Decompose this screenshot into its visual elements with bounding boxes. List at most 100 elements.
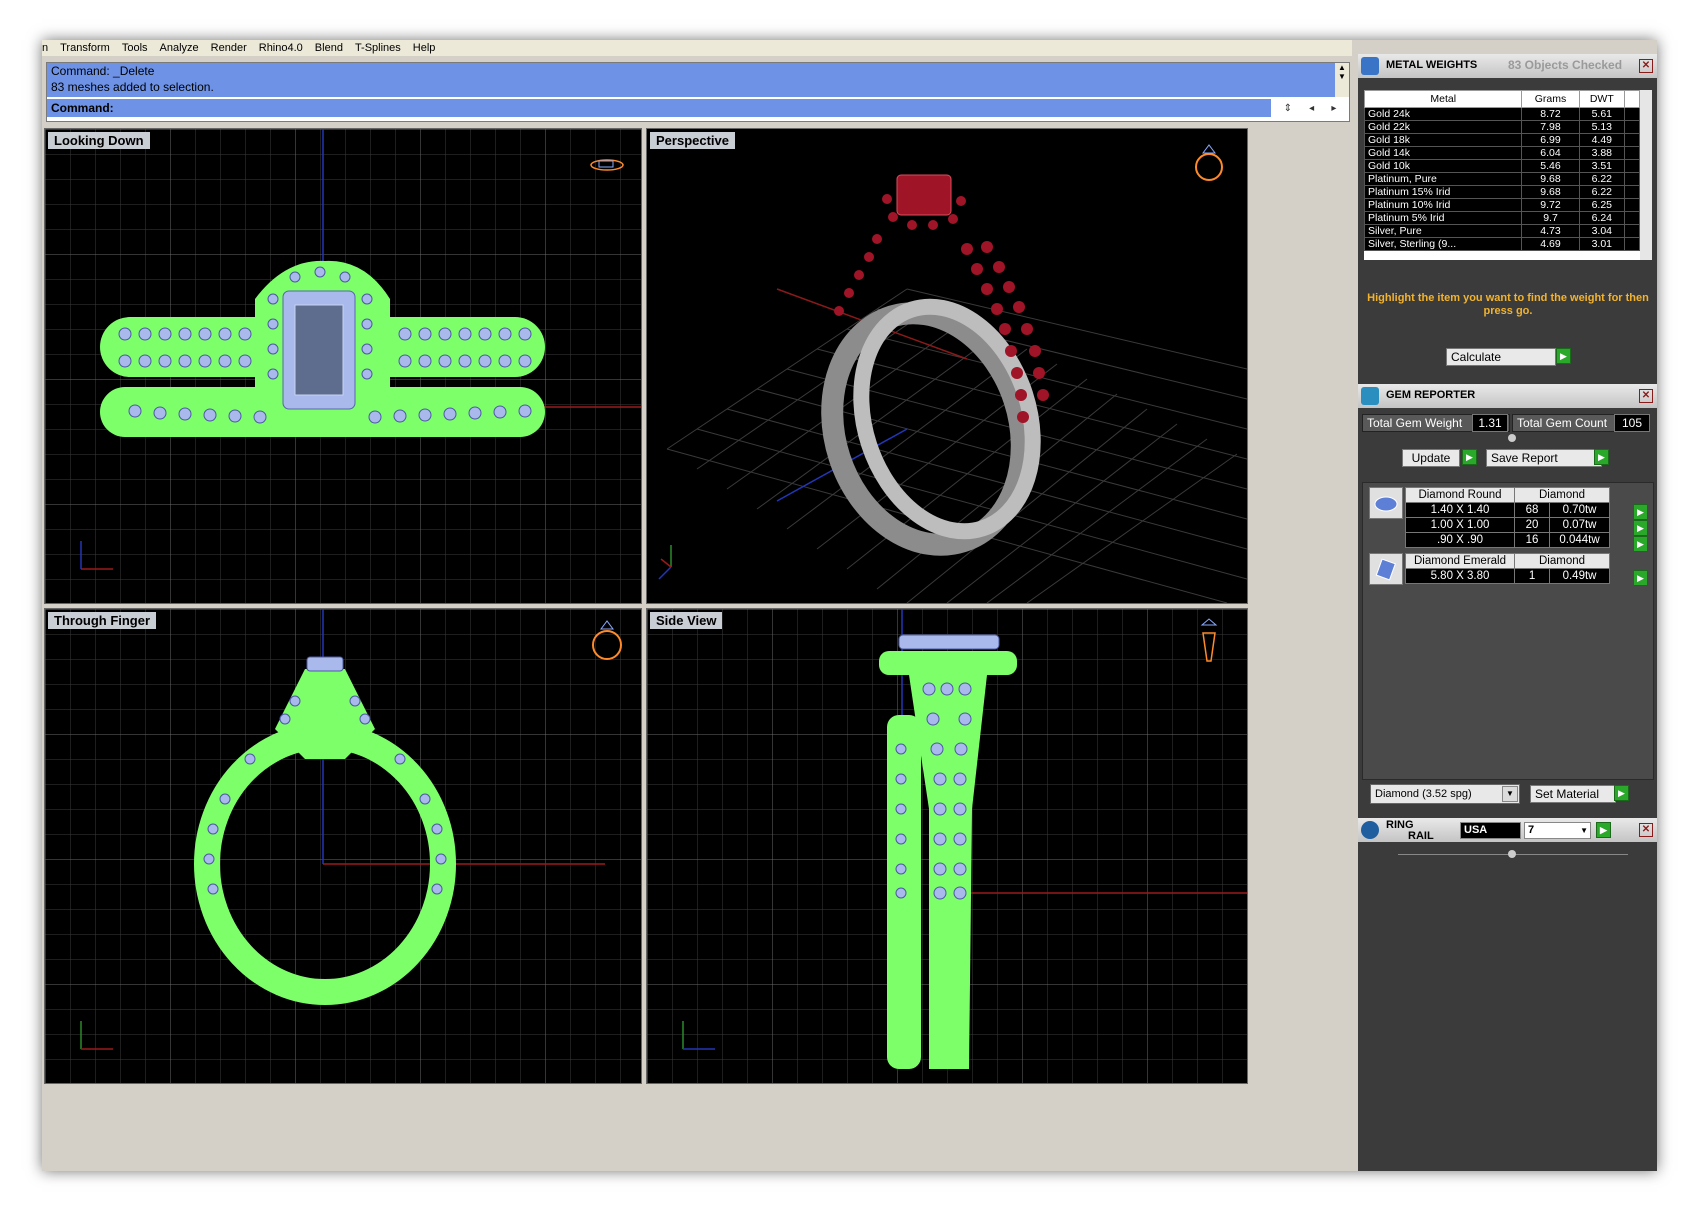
menu-item-analyze[interactable]: Analyze bbox=[160, 42, 199, 54]
grams-value: 4.69 bbox=[1521, 237, 1580, 251]
gem-row-go-button[interactable]: ▶ bbox=[1633, 520, 1648, 536]
gem-weight: 0.70tw bbox=[1549, 502, 1610, 518]
menu-item-transform[interactable]: Transform bbox=[60, 42, 110, 54]
menu-item-tsplines[interactable]: T-Splines bbox=[355, 42, 401, 54]
metal-weights-table: Metal Grams DWT Gold 24k 8.72 5.61 Gold 22… bbox=[1364, 90, 1640, 260]
gem-weight: 0.044tw bbox=[1549, 532, 1610, 548]
grams-value: 6.99 bbox=[1521, 133, 1580, 147]
table-row[interactable]: 5.80 X 3.80 1 0.49tw bbox=[1405, 568, 1610, 584]
viewport-title[interactable]: Through Finger bbox=[48, 612, 157, 629]
gem-row-go-button[interactable]: ▶ bbox=[1633, 570, 1648, 586]
menu-item-tools[interactable]: Tools bbox=[122, 42, 148, 54]
divider-handle[interactable] bbox=[1508, 434, 1516, 442]
viewport-side-view[interactable]: Side View bbox=[646, 608, 1248, 1084]
close-icon[interactable]: ✕ bbox=[1639, 823, 1653, 837]
round-gem-icon bbox=[1369, 487, 1403, 519]
country-select[interactable]: USA bbox=[1460, 822, 1521, 839]
ring-rail-go-button[interactable]: ▶ bbox=[1596, 822, 1611, 838]
command-history-line-2: 83 meshes added to selection. bbox=[51, 80, 214, 94]
material-select[interactable]: Diamond (3.52 spg) ▼ bbox=[1370, 784, 1520, 804]
axis-icon bbox=[658, 545, 672, 580]
update-go-button[interactable]: ▶ bbox=[1462, 449, 1477, 465]
chevron-down-icon[interactable]: ▼ bbox=[1580, 823, 1588, 838]
viewport-title[interactable]: Perspective bbox=[650, 132, 735, 149]
command-input[interactable]: Command: bbox=[47, 99, 1271, 117]
metal-name: Gold 18k bbox=[1364, 133, 1523, 147]
gem-weight: 0.49tw bbox=[1549, 568, 1610, 584]
table-row[interactable]: Platinum, Pure 9.68 6.22 bbox=[1364, 172, 1640, 186]
go-button[interactable]: ▶ bbox=[1556, 348, 1571, 364]
metal-name: Platinum 15% Irid bbox=[1364, 185, 1523, 199]
ring-rail-slider-handle[interactable] bbox=[1508, 850, 1516, 858]
grams-value: 5.46 bbox=[1521, 159, 1580, 173]
table-row[interactable]: Platinum 5% Irid 9.7 6.24 bbox=[1364, 211, 1640, 225]
table-row[interactable]: Platinum 15% Irid 9.68 6.22 bbox=[1364, 185, 1640, 199]
grams-value: 7.98 bbox=[1521, 120, 1580, 134]
metal-name: Gold 24k bbox=[1364, 107, 1523, 121]
command-history-scrollbar[interactable]: ▲ ▼ bbox=[1335, 63, 1349, 97]
calculate-select[interactable]: Calculate bbox=[1446, 348, 1556, 366]
metal-name: Gold 22k bbox=[1364, 120, 1523, 134]
arrow-right-icon[interactable]: ▸ bbox=[1331, 103, 1336, 114]
column-header-metal[interactable]: Metal bbox=[1364, 90, 1523, 108]
table-row[interactable]: Gold 18k 6.99 4.49 bbox=[1364, 133, 1640, 147]
menu-item-render[interactable]: Render bbox=[211, 42, 247, 54]
viewport-looking-down[interactable]: Looking Down bbox=[44, 128, 642, 604]
rhino-window: n Transform Tools Analyze Render Rhino4.… bbox=[42, 40, 1657, 1171]
dwt-value: 3.51 bbox=[1578, 159, 1626, 173]
through-finger-canvas bbox=[45, 609, 641, 1083]
table-row[interactable]: Gold 22k 7.98 5.13 bbox=[1364, 120, 1640, 134]
save-report-go-button[interactable]: ▶ bbox=[1594, 449, 1609, 465]
metal-name: Platinum 5% Irid bbox=[1364, 211, 1523, 225]
dwt-value: 3.01 bbox=[1578, 237, 1626, 251]
close-icon[interactable]: ✕ bbox=[1639, 59, 1653, 73]
gem-group-name: Diamond Round bbox=[1405, 487, 1515, 503]
viewport-perspective[interactable]: Perspective bbox=[646, 128, 1248, 604]
arrow-left-icon[interactable]: ◂ bbox=[1309, 103, 1314, 114]
metal-weights-title: METAL WEIGHTS bbox=[1386, 59, 1478, 71]
set-material-go-button[interactable]: ▶ bbox=[1614, 785, 1629, 801]
menu-item-help[interactable]: Help bbox=[413, 42, 436, 54]
table-row[interactable]: 1.00 X 1.00 20 0.07tw bbox=[1405, 517, 1610, 533]
table-row[interactable]: Gold 14k 6.04 3.88 bbox=[1364, 146, 1640, 160]
menu-item-blend[interactable]: Blend bbox=[315, 42, 343, 54]
set-material-button[interactable]: Set Material bbox=[1530, 785, 1616, 803]
menu-item-n[interactable]: n bbox=[42, 42, 48, 54]
table-row[interactable]: Silver, Sterling (9... 4.69 3.01 bbox=[1364, 237, 1640, 251]
gem-reporter-title: GEM REPORTER bbox=[1386, 389, 1476, 401]
table-row[interactable]: Gold 10k 5.46 3.51 bbox=[1364, 159, 1640, 173]
update-button[interactable]: Update bbox=[1402, 449, 1460, 467]
metal-name: Silver, Sterling (9... bbox=[1364, 237, 1523, 251]
right-panel: METAL WEIGHTS 83 Objects Checked ✕ Metal… bbox=[1358, 54, 1657, 1171]
grams-value: 9.68 bbox=[1521, 172, 1580, 186]
menu-item-rhino4[interactable]: Rhino4.0 bbox=[259, 42, 303, 54]
gem-row-go-button[interactable]: ▶ bbox=[1633, 504, 1648, 520]
gem-count: 68 bbox=[1513, 502, 1551, 518]
gem-reporter-header: GEM REPORTER ✕ bbox=[1358, 384, 1657, 408]
spin-icon[interactable]: ⇕ bbox=[1284, 103, 1292, 114]
table-row[interactable]: Gold 24k 8.72 5.61 bbox=[1364, 107, 1640, 121]
table-row[interactable]: 1.40 X 1.40 68 0.70tw bbox=[1405, 502, 1610, 518]
table-row[interactable]: Silver, Pure 4.73 3.04 bbox=[1364, 224, 1640, 238]
save-report-button[interactable]: Save Report bbox=[1486, 449, 1602, 467]
viewport-title[interactable]: Side View bbox=[650, 612, 723, 629]
ring-rail-header: RING RAIL USA 7 ▼ ▶ ✕ bbox=[1358, 818, 1657, 842]
chevron-down-icon[interactable]: ▼ bbox=[1502, 786, 1518, 802]
close-icon[interactable]: ✕ bbox=[1639, 389, 1653, 403]
table-row[interactable]: .90 X .90 16 0.044tw bbox=[1405, 532, 1610, 548]
column-header-grams[interactable]: Grams bbox=[1521, 90, 1580, 108]
column-header-dwt[interactable]: DWT bbox=[1578, 90, 1626, 108]
metal-name: Gold 14k bbox=[1364, 146, 1523, 160]
metal-weights-header: METAL WEIGHTS 83 Objects Checked ✕ bbox=[1358, 54, 1657, 78]
viewport-title[interactable]: Looking Down bbox=[48, 132, 150, 149]
table-row[interactable]: Platinum 10% Irid 9.72 6.25 bbox=[1364, 198, 1640, 212]
total-gem-count-value: 105 bbox=[1614, 414, 1650, 432]
metal-name: Silver, Pure bbox=[1364, 224, 1523, 238]
gem-group-material: Diamond bbox=[1514, 553, 1610, 569]
metal-table-scrollbar[interactable] bbox=[1640, 90, 1652, 260]
ring-size-select[interactable]: 7 ▼ bbox=[1524, 822, 1591, 839]
gem-row-go-button[interactable]: ▶ bbox=[1633, 536, 1648, 552]
total-gem-count-label: Total Gem Count bbox=[1512, 414, 1630, 432]
viewport-through-finger[interactable]: Through Finger bbox=[44, 608, 642, 1084]
dwt-value: 6.25 bbox=[1578, 198, 1626, 212]
